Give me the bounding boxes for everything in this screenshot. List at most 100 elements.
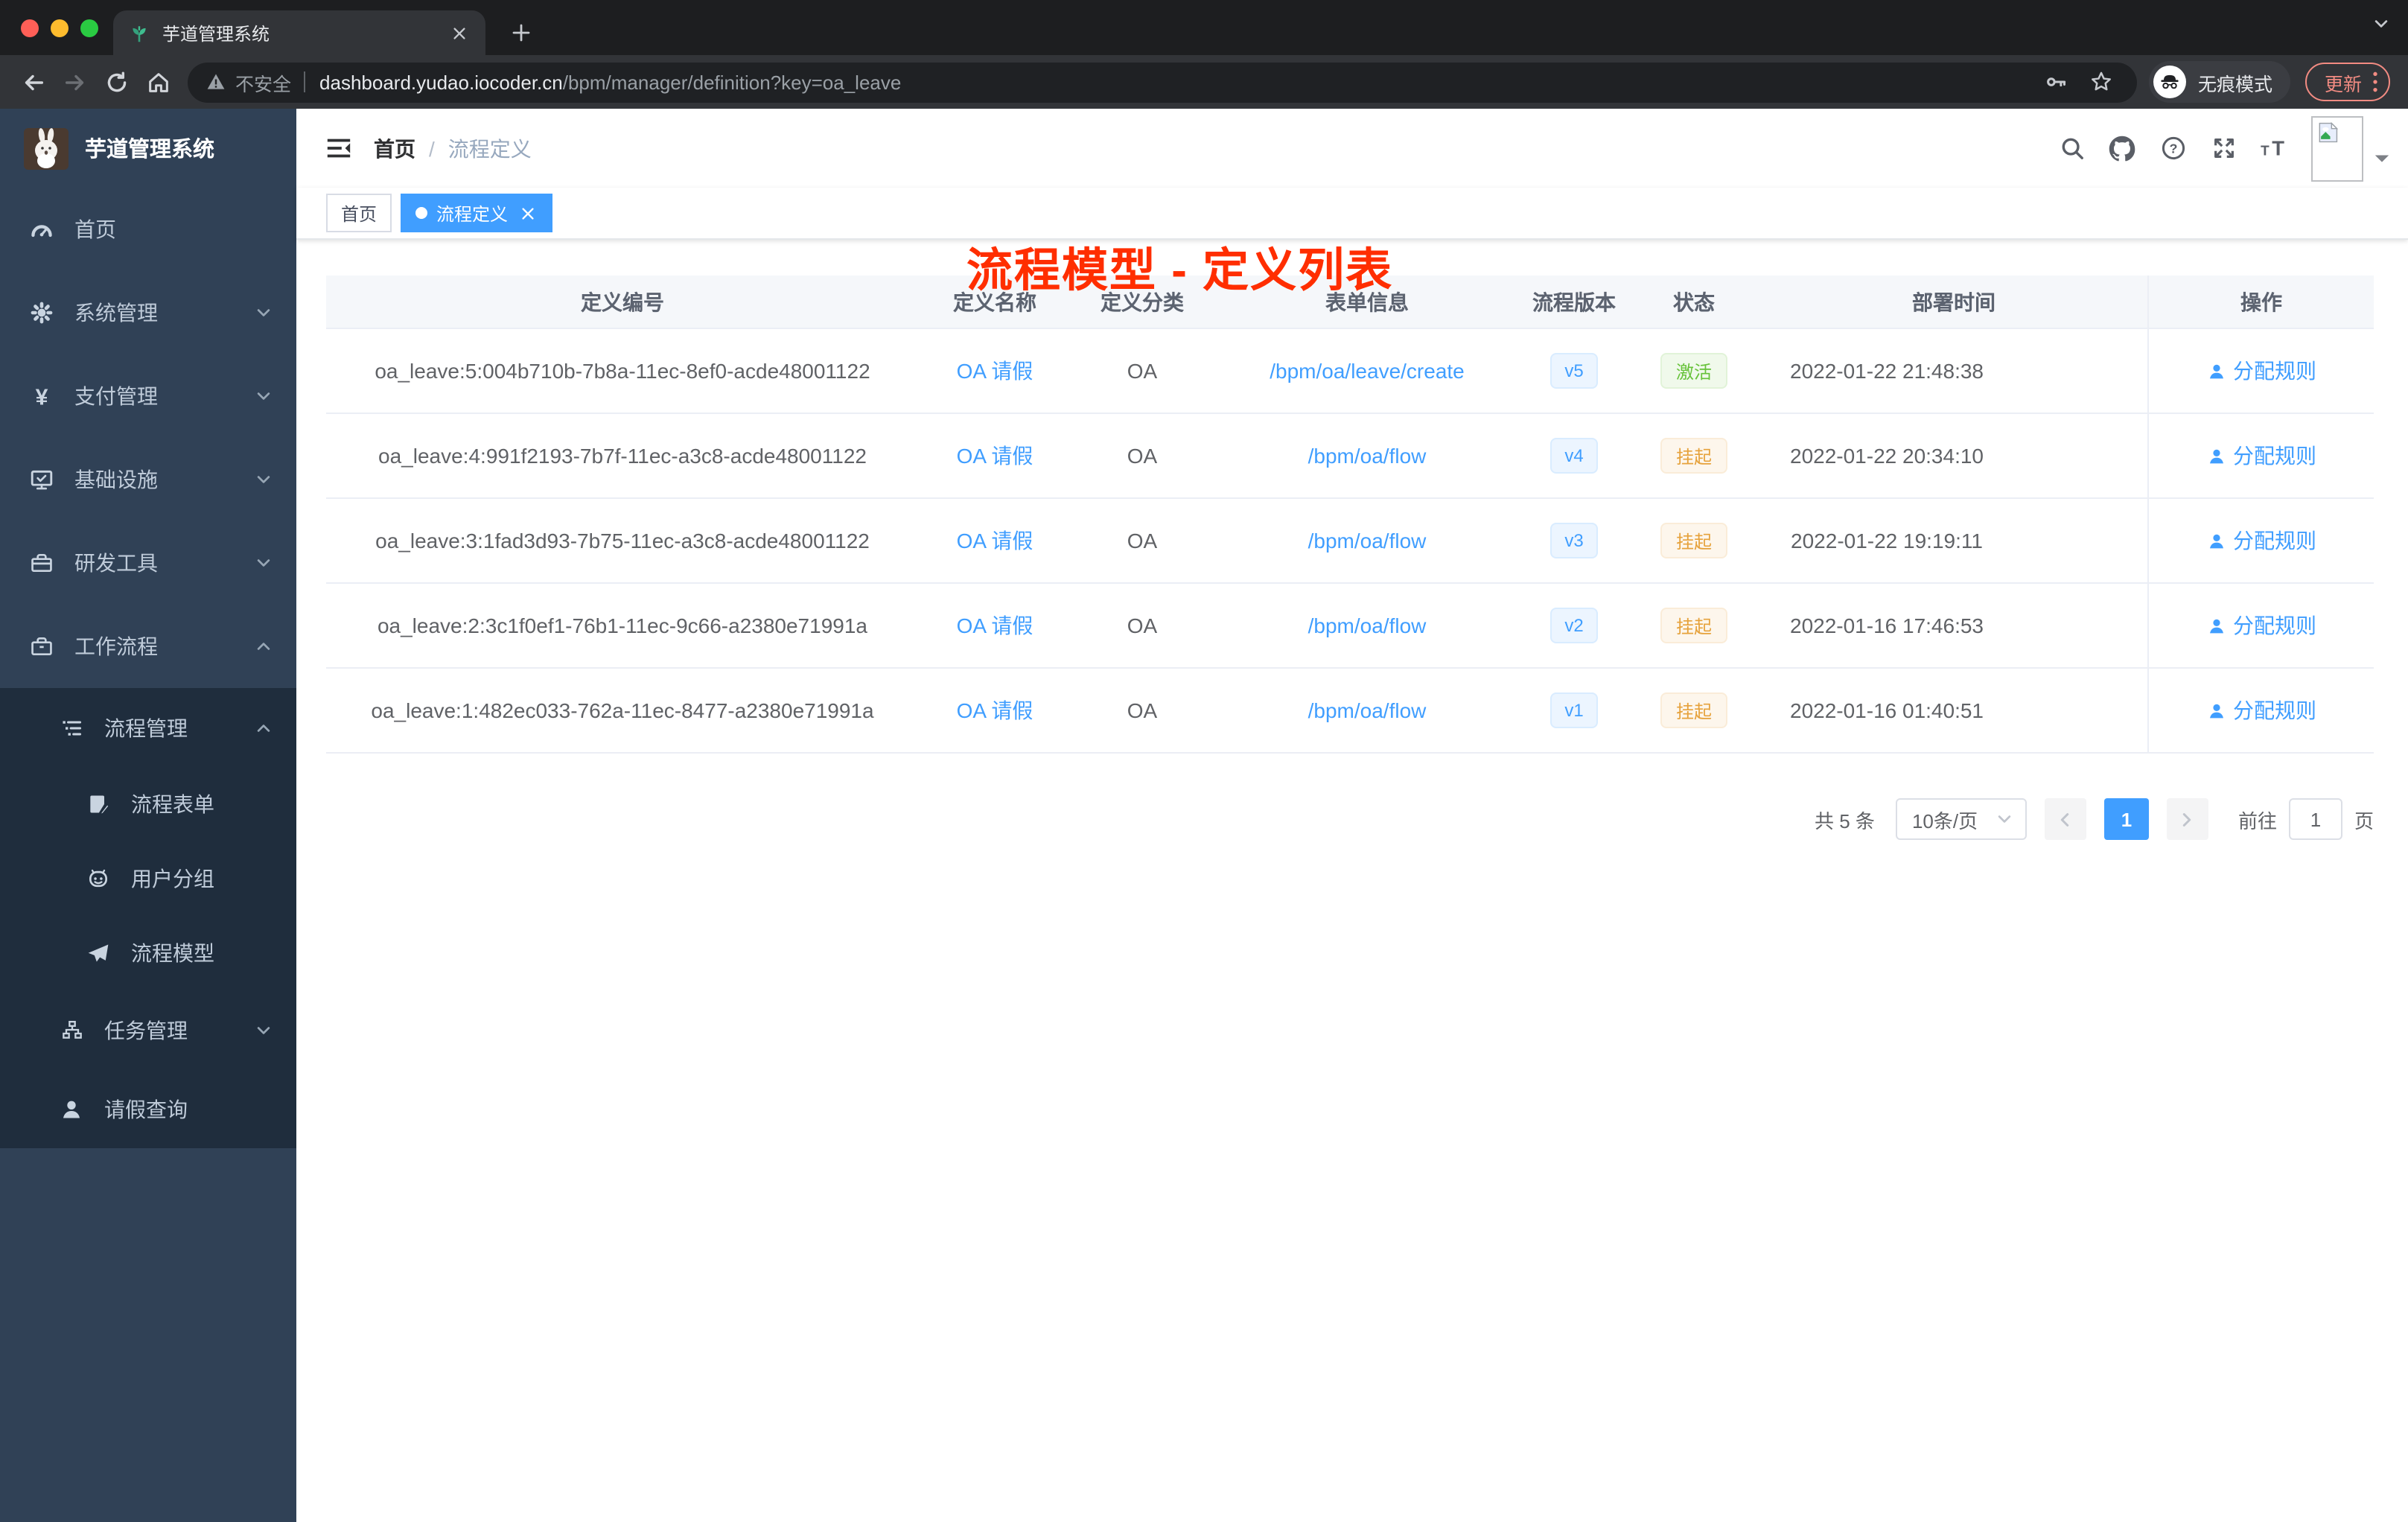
version-tag: v2 (1549, 608, 1599, 643)
form-link[interactable]: /bpm/oa/flow (1308, 614, 1427, 637)
tab-close-icon[interactable] (447, 21, 471, 45)
definition-name-link[interactable]: OA 请假 (957, 356, 1033, 386)
hamburger-icon[interactable] (311, 121, 365, 175)
avatar[interactable] (2311, 115, 2363, 181)
home-button[interactable] (137, 61, 179, 103)
zoom-window-button[interactable] (80, 19, 98, 37)
form-icon (86, 792, 110, 816)
assign-rule-link[interactable]: 分配规则 (2206, 356, 2316, 386)
close-window-button[interactable] (21, 19, 39, 37)
minimize-window-button[interactable] (51, 19, 69, 37)
action-cell: 分配规则 (2147, 499, 2374, 584)
page-1-button[interactable]: 1 (2103, 798, 2149, 840)
definition-name-link[interactable]: OA 请假 (957, 611, 1033, 640)
reload-button[interactable] (95, 61, 137, 103)
sidebar-item-6[interactable]: 流程管理 (0, 688, 296, 767)
filler-cell (2013, 329, 2147, 414)
tags-bar: 首页 流程定义 (296, 188, 2408, 240)
action-cell: 分配规则 (2147, 329, 2374, 414)
definition-name-link[interactable]: OA 请假 (957, 526, 1033, 555)
assign-rule-link[interactable]: 分配规则 (2206, 695, 2316, 725)
navbar-actions: ? T T (2046, 115, 2390, 181)
sidebar-item-3[interactable]: 基础设施 (0, 438, 296, 521)
help-icon[interactable]: ? (2147, 123, 2198, 173)
plant-favicon (128, 22, 150, 44)
browser-toolbar: 不安全 dashboard.yudao.iocoder.cn/bpm/manag… (0, 55, 2408, 109)
version-tag: v1 (1549, 692, 1599, 728)
new-tab-button[interactable] (503, 15, 539, 51)
close-icon[interactable] (517, 203, 538, 223)
sidebar-logo[interactable]: 芋道管理系统 (0, 109, 296, 188)
github-icon[interactable] (2097, 123, 2147, 173)
definition-name-link[interactable]: OA 请假 (957, 695, 1033, 725)
form-link[interactable]: /bpm/oa/leave/create (1270, 359, 1465, 383)
definition-name-link[interactable]: OA 请假 (957, 441, 1033, 471)
sidebar-item-9[interactable]: 流程模型 (0, 916, 296, 990)
sidebar-item-7[interactable]: 流程表单 (0, 767, 296, 841)
sidebar-item-5[interactable]: 工作流程 (0, 605, 296, 688)
address-bar[interactable]: 不安全 dashboard.yudao.iocoder.cn/bpm/manag… (188, 62, 2137, 102)
definition-category: OA (1071, 669, 1214, 754)
sidebar-item-8[interactable]: 用户分组 (0, 841, 296, 916)
assign-rule-link[interactable]: 分配规则 (2206, 611, 2316, 640)
status-cell: 激活 (1628, 329, 1760, 414)
form-link[interactable]: /bpm/oa/flow (1308, 444, 1427, 468)
forward-button[interactable] (54, 61, 95, 103)
page-unit-label: 页 (2354, 809, 2374, 832)
bookmark-star-icon[interactable] (2083, 64, 2119, 100)
dashboard-icon (30, 217, 54, 241)
action-cell: 分配规则 (2147, 414, 2374, 499)
assign-rule-link[interactable]: 分配规则 (2206, 526, 2316, 555)
breadcrumb-home[interactable]: 首页 (374, 133, 415, 163)
chevron-up-icon (255, 719, 273, 736)
form-link[interactable]: /bpm/oa/flow (1308, 698, 1427, 722)
security-label[interactable]: 不安全 (235, 68, 291, 96)
back-button[interactable] (12, 61, 54, 103)
goto-page-input[interactable] (2288, 798, 2342, 840)
form-cell: /bpm/oa/flow (1214, 414, 1520, 499)
page-size-select[interactable]: 10条/页 (1895, 798, 2027, 840)
prev-page-button[interactable] (2044, 798, 2086, 840)
incognito-icon (2153, 66, 2186, 98)
sidebar-item-label: 流程管理 (104, 716, 188, 739)
tab-search-icon[interactable] (2372, 15, 2390, 33)
filler-cell (2013, 669, 2147, 754)
table-row-0: oa_leave:5:004b710b-7b8a-11ec-8ef0-acde4… (326, 329, 2374, 414)
fullscreen-icon[interactable] (2198, 123, 2249, 173)
sidebar-item-2[interactable]: ¥ 支付管理 (0, 354, 296, 438)
breadcrumb: 首页 / 流程定义 (374, 133, 532, 163)
form-cell: /bpm/oa/flow (1214, 584, 1520, 669)
avatar-caret-icon[interactable] (2374, 153, 2390, 165)
update-button[interactable]: 更新 (2305, 63, 2390, 101)
font-size-icon[interactable]: TT (2249, 123, 2299, 173)
table-header-row: 定义编号 定义名称 定义分类 表单信息 流程版本 状态 部署时间 操作 (326, 276, 2374, 329)
search-icon[interactable] (2046, 123, 2097, 173)
next-page-button[interactable] (2166, 798, 2208, 840)
breadcrumb-current: 流程定义 (447, 136, 532, 160)
kebab-menu-icon[interactable] (2371, 70, 2380, 94)
sidebar-item-4[interactable]: 研发工具 (0, 521, 296, 605)
goto-page: 前往 页 (2238, 798, 2374, 840)
key-icon[interactable] (2039, 64, 2074, 100)
form-link[interactable]: /bpm/oa/flow (1308, 529, 1427, 553)
url-text[interactable]: dashboard.yudao.iocoder.cn/bpm/manager/d… (319, 71, 2030, 93)
sidebar-item-label: 用户分组 (131, 867, 214, 891)
column-header-6: 部署时间 (1760, 276, 2147, 329)
tag-chip-0[interactable]: 首页 (326, 194, 392, 232)
sidebar-item-10[interactable]: 任务管理 (0, 990, 296, 1069)
status-badge: 挂起 (1660, 523, 1727, 558)
definition-category: OA (1071, 499, 1214, 584)
incognito-badge: 无痕模式 (2148, 61, 2290, 103)
tag-chip-1[interactable]: 流程定义 (401, 194, 553, 232)
assign-rule-link[interactable]: 分配规则 (2206, 441, 2316, 471)
status-badge: 激活 (1660, 353, 1727, 389)
user-icon (2206, 701, 2226, 720)
browser-tab[interactable]: 芋道管理系统 (113, 10, 485, 55)
assign-rule-label: 分配规则 (2233, 444, 2316, 468)
status-badge: 挂起 (1660, 608, 1727, 643)
sidebar-item-0[interactable]: 首页 (0, 188, 296, 271)
sidebar-item-11[interactable]: 请假查询 (0, 1069, 296, 1148)
sidebar-item-1[interactable]: 系统管理 (0, 271, 296, 354)
url-path: /bpm/manager/definition?key=oa_leave (562, 71, 902, 93)
yen-icon: ¥ (30, 384, 54, 409)
